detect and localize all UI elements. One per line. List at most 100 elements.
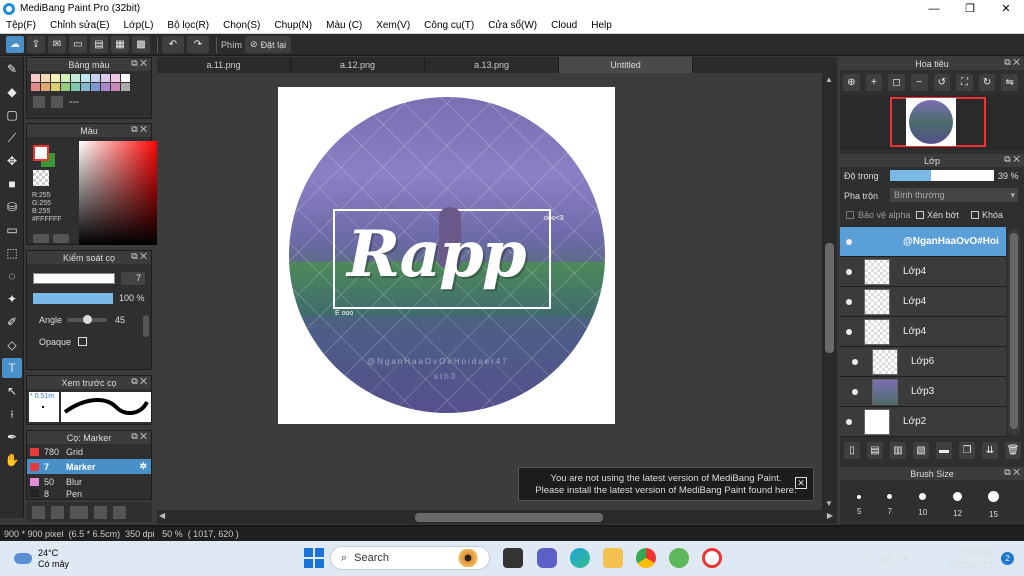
folder-icon[interactable]: ▬ xyxy=(936,441,952,459)
lock-checkbox[interactable] xyxy=(971,211,979,219)
notification-badge[interactable]: 2 xyxy=(1001,552,1014,565)
menu-file[interactable]: Tệp(F) xyxy=(6,20,36,31)
layer-scroll-thumb[interactable] xyxy=(1010,233,1018,429)
maximize-button[interactable]: ❐ xyxy=(952,0,988,17)
tab-untitled[interactable]: Untitled xyxy=(559,57,693,73)
tab-a11[interactable]: a.11.png xyxy=(157,57,291,73)
horizontal-scroll-thumb[interactable] xyxy=(415,513,603,522)
swatch[interactable] xyxy=(101,74,110,82)
panel-buttons[interactable]: ⧉ ✕ xyxy=(1004,467,1020,478)
volume-icon[interactable]: ◁ xyxy=(933,553,940,564)
new-halftone-layer-icon[interactable]: ▤ xyxy=(867,441,883,459)
text-tool-icon[interactable]: T xyxy=(2,358,22,378)
eye-icon[interactable] xyxy=(852,358,858,365)
swatch[interactable] xyxy=(31,74,40,82)
close-button[interactable]: ✕ xyxy=(988,0,1024,17)
layer-row[interactable]: Lớp6 xyxy=(840,347,1006,377)
swatch[interactable] xyxy=(71,74,80,82)
clip-checkbox[interactable] xyxy=(916,211,924,219)
chat-icon[interactable]: ✉ xyxy=(48,36,66,53)
eye-icon[interactable] xyxy=(846,238,852,245)
eyedropper-icon[interactable]: ⟊ xyxy=(2,404,22,424)
add-palette-icon[interactable] xyxy=(33,96,45,108)
new-8bit-layer-icon[interactable]: ▥ xyxy=(890,441,906,459)
tab-a13[interactable]: a.13.png xyxy=(425,57,559,73)
panel-buttons[interactable]: ⧉ ✕ xyxy=(131,251,147,262)
app-icon-green[interactable] xyxy=(669,548,689,568)
blend-mode-select[interactable]: Bình thường ▾ xyxy=(890,188,1018,202)
zoom-in-icon[interactable]: + xyxy=(865,74,883,91)
brush-menu-icon[interactable] xyxy=(70,505,88,519)
menu-window[interactable]: Cửa sổ(W) xyxy=(488,20,537,31)
protect-alpha-checkbox[interactable] xyxy=(846,211,854,219)
menu-cloud[interactable]: Cloud xyxy=(551,20,577,31)
lasso-tool-icon[interactable]: ◌ xyxy=(2,266,22,286)
menu-edit[interactable]: Chỉnh sửa(E) xyxy=(50,20,110,31)
scroll-up-icon[interactable]: ▲ xyxy=(825,75,833,84)
menu-view[interactable]: Xem(V) xyxy=(376,20,410,31)
saturation-value-field[interactable] xyxy=(79,141,159,245)
gear-icon[interactable]: ✲ xyxy=(139,461,147,472)
layer-row[interactable]: Lớp3 xyxy=(840,377,1006,407)
language-indicator[interactable]: VIE xyxy=(878,554,893,564)
swatch[interactable] xyxy=(81,83,90,91)
menu-color[interactable]: Màu (C) xyxy=(326,20,362,31)
menu-filter[interactable]: Bộ lọc(R) xyxy=(167,20,209,31)
swatch[interactable] xyxy=(91,74,100,82)
panel-buttons[interactable]: ⧉ ✕ xyxy=(131,376,147,387)
swatch[interactable] xyxy=(121,74,130,82)
upload-icon[interactable]: ⇪ xyxy=(27,36,45,53)
swatch[interactable] xyxy=(61,74,70,82)
brush-control-scrollbar[interactable] xyxy=(143,315,149,337)
bucket-tool-icon[interactable]: ⛁ xyxy=(2,197,22,217)
swatch[interactable] xyxy=(81,74,90,82)
sync-icon[interactable]: ⟳ xyxy=(863,553,871,564)
eye-icon[interactable] xyxy=(846,298,852,305)
page-manager-icon[interactable]: ▦ xyxy=(111,36,129,53)
brush-size-option[interactable]: 7 xyxy=(887,489,893,519)
swatch[interactable] xyxy=(51,74,60,82)
wifi-icon[interactable]: ≋ xyxy=(901,553,909,564)
angle-slider[interactable] xyxy=(67,315,107,324)
opaque-checkbox[interactable] xyxy=(78,337,87,346)
medibang-taskbar-icon[interactable] xyxy=(702,548,722,568)
panel-buttons[interactable]: ⧉ ✕ xyxy=(131,431,147,442)
swatch[interactable] xyxy=(41,74,50,82)
vertical-scroll-thumb[interactable] xyxy=(825,243,834,353)
brush-tool-icon[interactable]: ✎ xyxy=(2,59,22,79)
brush-size-option[interactable]: 10 xyxy=(918,489,927,519)
swatch[interactable] xyxy=(121,83,130,91)
eye-icon[interactable] xyxy=(852,388,858,395)
folder-icon[interactable] xyxy=(113,505,126,519)
brush-size-option[interactable]: 15 xyxy=(988,489,999,519)
magic-wand-icon[interactable]: ✦ xyxy=(2,289,22,309)
task-view-icon[interactable] xyxy=(503,548,523,568)
layer-scrollbar[interactable] xyxy=(1008,229,1020,435)
cloud-brush-icon[interactable] xyxy=(32,505,45,519)
swatch[interactable] xyxy=(111,74,120,82)
redo-icon[interactable]: ↷ xyxy=(187,36,209,53)
menu-tools[interactable]: Công cụ(T) xyxy=(424,20,474,31)
swatch[interactable] xyxy=(51,83,60,91)
actual-size-icon[interactable]: ◻ xyxy=(888,74,905,91)
swatch[interactable] xyxy=(41,83,50,91)
swatch[interactable] xyxy=(91,83,100,91)
layer-row[interactable]: Lớp2 xyxy=(840,407,1006,437)
menu-select[interactable]: Chọn(S) xyxy=(223,20,260,31)
eraser-tool-icon[interactable]: ◆ xyxy=(2,82,22,102)
new-1bit-layer-icon[interactable]: ▧ xyxy=(913,441,929,459)
swatch[interactable] xyxy=(111,83,120,91)
panel-buttons[interactable]: ⧉ ✕ xyxy=(1004,154,1020,165)
edge-icon[interactable] xyxy=(570,548,590,568)
mode-button[interactable] xyxy=(33,234,49,243)
comment-icon[interactable]: ▭ xyxy=(69,36,87,53)
swatch[interactable] xyxy=(101,83,110,91)
file-explorer-icon[interactable] xyxy=(603,548,623,568)
mode-button[interactable] xyxy=(53,234,69,243)
tab-a12[interactable]: a.12.png xyxy=(291,57,425,73)
transparent-color[interactable] xyxy=(33,170,49,186)
layer-opacity-slider[interactable] xyxy=(890,170,994,181)
minimize-button[interactable]: — xyxy=(916,0,952,17)
foreground-color[interactable] xyxy=(33,145,49,161)
chevron-up-icon[interactable]: ⌃ xyxy=(847,553,855,564)
